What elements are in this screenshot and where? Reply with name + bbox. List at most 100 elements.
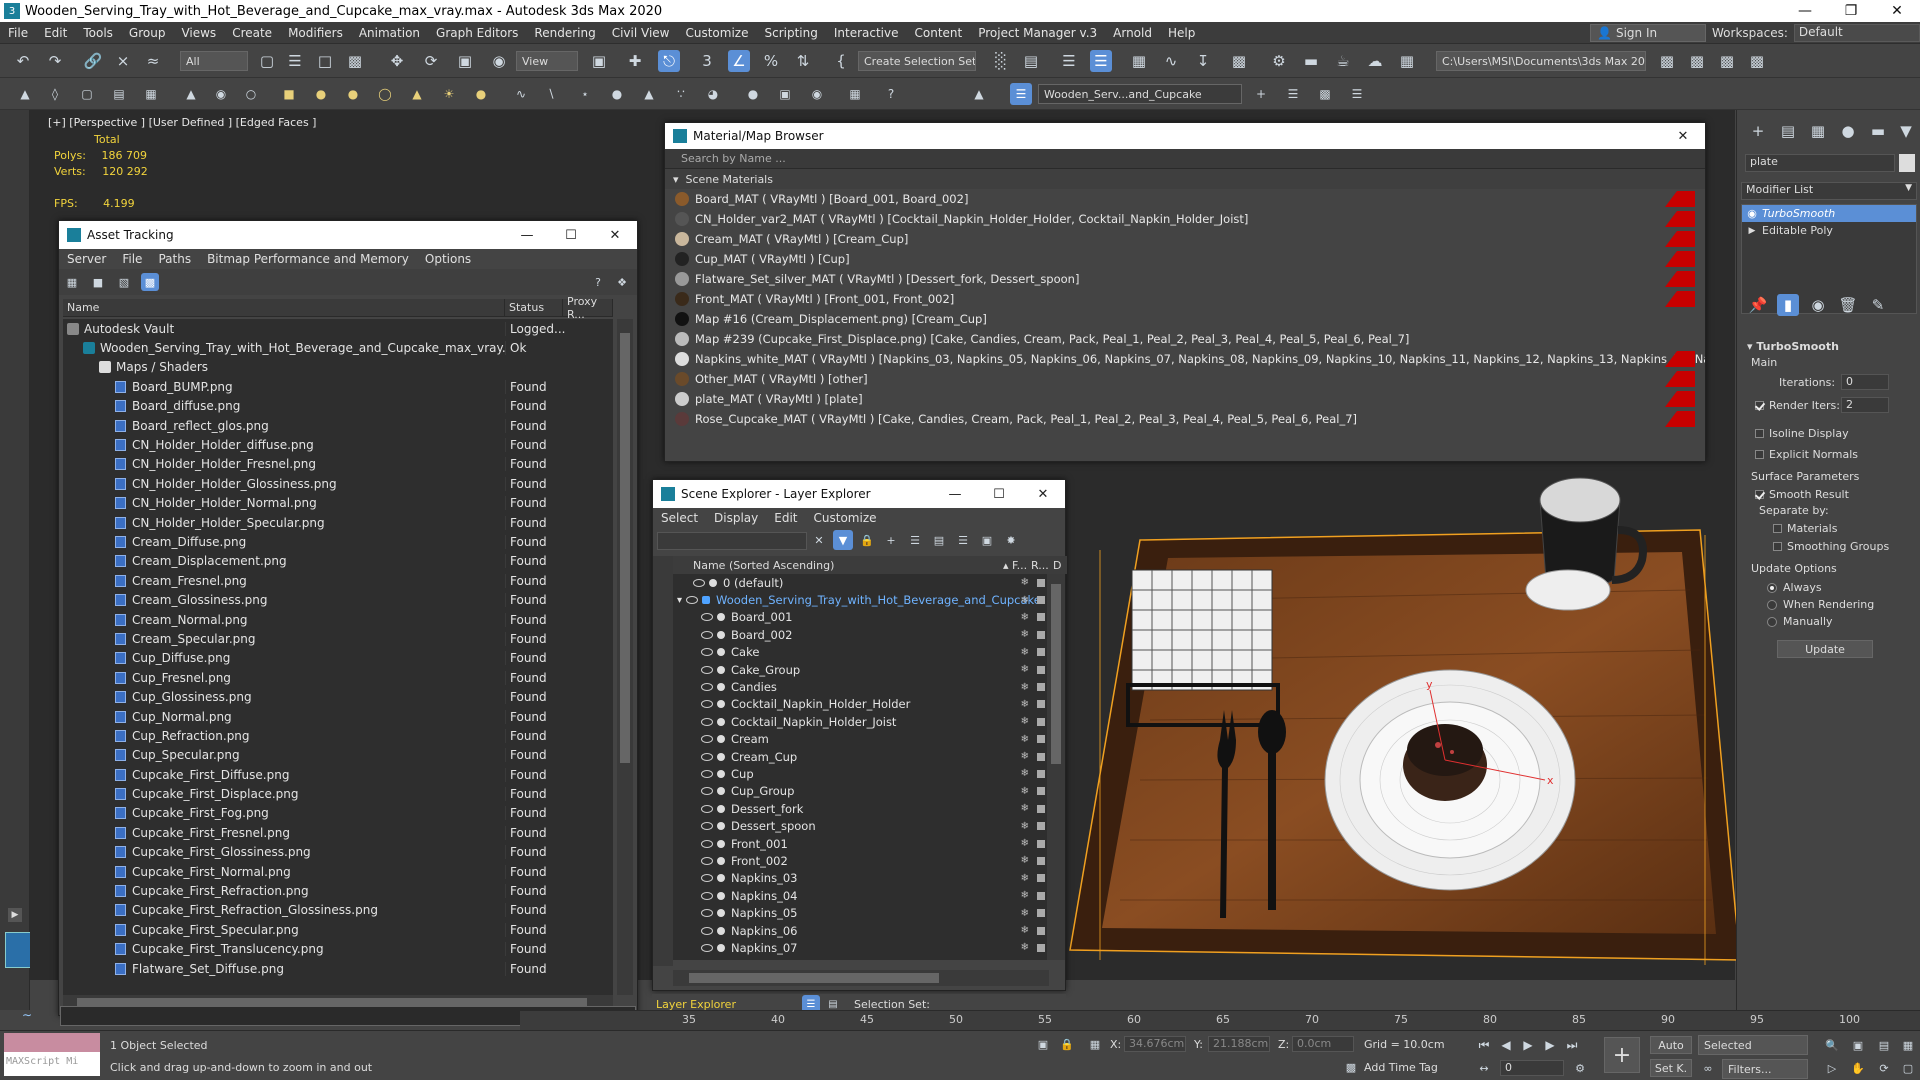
asset-row[interactable]: Cup_Normal.png Found: [63, 707, 613, 726]
brush-icon[interactable]: ∖: [540, 83, 562, 105]
scex-search-input[interactable]: [657, 532, 807, 550]
material-search-input[interactable]: Search by Name ...: [665, 149, 1705, 169]
asset-row[interactable]: Cupcake_First_Refraction.png Found: [63, 881, 613, 900]
scene-row[interactable]: Front_002 ❄: [673, 852, 1049, 869]
asset-col-name[interactable]: Name: [63, 299, 505, 316]
stack-item-editable-poly[interactable]: ▶ Editable Poly: [1742, 222, 1916, 239]
visibility-eye-icon[interactable]: [701, 943, 713, 952]
move-icon[interactable]: ✥: [386, 50, 408, 72]
asset-col-status[interactable]: Status: [505, 299, 563, 316]
visibility-eye-icon[interactable]: [701, 909, 713, 918]
scene-row[interactable]: Cream ❄: [673, 731, 1049, 748]
zoom-extents-icon[interactable]: ▤: [1874, 1035, 1894, 1055]
scex-layers-icon[interactable]: ☰: [905, 530, 925, 550]
freeze-icon[interactable]: ❄: [1021, 699, 1029, 710]
menu-rendering[interactable]: Rendering: [526, 26, 603, 40]
asset-row[interactable]: Cream_Specular.png Found: [63, 629, 613, 648]
scex-hscrollbar[interactable]: [673, 970, 1049, 986]
freeze-icon[interactable]: ❄: [1021, 577, 1029, 588]
asset-menu-options[interactable]: Options: [417, 252, 479, 266]
freeze-icon[interactable]: ❄: [1021, 716, 1029, 727]
hierarchy-tab-icon[interactable]: ▦: [1807, 120, 1829, 142]
asset-help-icon[interactable]: ?: [589, 273, 607, 291]
render-toggle-icon[interactable]: [1037, 717, 1045, 726]
asset-row[interactable]: CN_Holder_Holder_Glossiness.png Found: [63, 474, 613, 493]
bind-spacewarp-icon[interactable]: ≈: [142, 50, 164, 72]
scene-row[interactable]: ▾ Wooden_Serving_Tray_with_Hot_Beverage_a…: [673, 591, 1049, 608]
visibility-eye-icon[interactable]: [686, 596, 699, 605]
mirror-icon[interactable]: ░: [990, 50, 1012, 72]
smoothing-groups-checkbox[interactable]: [1773, 542, 1782, 551]
scene-row[interactable]: Napkins_05 ❄: [673, 904, 1049, 921]
asset-row[interactable]: Cup_Refraction.png Found: [63, 726, 613, 745]
scex-col-display[interactable]: D: [1053, 559, 1061, 572]
material-row[interactable]: CN_Holder_var2_MAT ( VRayMtl ) [Cocktail…: [665, 209, 1705, 229]
select-object-icon[interactable]: ▢: [256, 50, 278, 72]
menu-arnold[interactable]: Arnold: [1105, 26, 1160, 40]
material-row[interactable]: Map #16 (Cream_Displacement.png) [Cream_…: [665, 309, 1705, 329]
dome-icon[interactable]: ◕: [702, 83, 724, 105]
freeze-icon[interactable]: ❄: [1021, 629, 1029, 640]
asset-row[interactable]: Cupcake_First_Glossiness.png Found: [63, 843, 613, 862]
zoom-all-icon[interactable]: ▣: [1848, 1035, 1868, 1055]
edit-named-selection-icon[interactable]: {: [830, 50, 852, 72]
scex-minimize-button[interactable]: —: [933, 487, 977, 502]
render-activeshade-icon[interactable]: ▦: [1396, 50, 1418, 72]
sun-icon[interactable]: ☀: [438, 83, 460, 105]
vray-camera-icon[interactable]: ◉: [806, 83, 828, 105]
scex-col-name[interactable]: Name (Sorted Ascending): [693, 559, 834, 572]
asset-row[interactable]: Cup_Fresnel.png Found: [63, 668, 613, 687]
freeze-icon[interactable]: ❄: [1021, 838, 1029, 849]
named-selection-dropdown[interactable]: Create Selection Set: [858, 51, 976, 71]
sign-in-dropdown[interactable]: 👤 Sign In: [1590, 24, 1706, 42]
scene-row[interactable]: Cake ❄: [673, 644, 1049, 661]
current-frame-field[interactable]: 0: [1500, 1060, 1564, 1076]
material-row[interactable]: Rose_Cupcake_MAT ( VRayMtl ) [Cake, Cand…: [665, 409, 1705, 429]
render-toggle-icon[interactable]: [1037, 839, 1045, 848]
particle-icon[interactable]: ⋆: [574, 83, 596, 105]
scex-vscrollbar[interactable]: [1047, 574, 1065, 960]
asset-row[interactable]: Cupcake_First_Diffuse.png Found: [63, 765, 613, 784]
menu-scripting[interactable]: Scripting: [756, 26, 825, 40]
goto-start-icon[interactable]: ⏮: [1474, 1035, 1494, 1055]
asset-pin-icon[interactable]: ❖: [613, 273, 631, 291]
scene-row[interactable]: Cream_Cup ❄: [673, 748, 1049, 765]
freeze-icon[interactable]: ❄: [1021, 751, 1029, 762]
scex-hierarchy-icon[interactable]: ▤: [929, 530, 949, 550]
key-filter-icon[interactable]: ∞: [1698, 1058, 1718, 1078]
current-layer-dropdown[interactable]: Wooden_Serv...and_Cupcake: [1038, 84, 1242, 104]
visibility-eye-icon[interactable]: [701, 613, 713, 622]
tree-icon[interactable]: ▲: [638, 83, 660, 105]
asset-row[interactable]: Cream_Diffuse.png Found: [63, 532, 613, 551]
visibility-eye-icon[interactable]: [701, 717, 713, 726]
render-toggle-icon[interactable]: [1037, 769, 1045, 778]
asset-row[interactable]: Board_diffuse.png Found: [63, 397, 613, 416]
asset-table-icon[interactable]: ▩: [141, 273, 159, 291]
display-tab-icon[interactable]: ▬: [1867, 120, 1889, 142]
scex-col-render[interactable]: R...: [1031, 559, 1049, 572]
render-toggle-icon[interactable]: [1037, 909, 1045, 918]
maxscript-mini-listener[interactable]: MAXScript Mi: [4, 1052, 100, 1076]
render-toggle-icon[interactable]: [1037, 648, 1045, 657]
scex-menu-customize[interactable]: Customize: [806, 511, 885, 525]
freeze-icon[interactable]: ❄: [1021, 768, 1029, 779]
visibility-eye-icon[interactable]: [701, 769, 713, 778]
freeze-icon[interactable]: ❄: [1021, 647, 1029, 658]
window-crossing-icon[interactable]: ▩: [344, 50, 366, 72]
visibility-eye-icon[interactable]: [701, 804, 713, 813]
menu-graph-editors[interactable]: Graph Editors: [428, 26, 526, 40]
scene-row[interactable]: Cocktail_Napkin_Holder_Holder ❄: [673, 696, 1049, 713]
project-setup-icon[interactable]: ▩: [1686, 50, 1708, 72]
menu-interactive[interactable]: Interactive: [826, 26, 907, 40]
link-icon[interactable]: 🔗: [82, 50, 104, 72]
freeze-icon[interactable]: ❄: [1021, 612, 1029, 623]
render-toggle-icon[interactable]: [1037, 787, 1045, 796]
asset-row[interactable]: Flatware_Set_Diffuse.png Found: [63, 959, 613, 978]
angle-snap-icon[interactable]: ∠: [728, 50, 750, 72]
render-cloud-icon[interactable]: ☁: [1364, 50, 1386, 72]
asset-col-proxy[interactable]: Proxy R...: [563, 295, 613, 321]
materials-checkbox[interactable]: [1773, 524, 1782, 533]
render-toggle-icon[interactable]: [1037, 735, 1045, 744]
visibility-eye-icon[interactable]: [701, 683, 713, 692]
freeze-icon[interactable]: ❄: [1021, 595, 1029, 606]
